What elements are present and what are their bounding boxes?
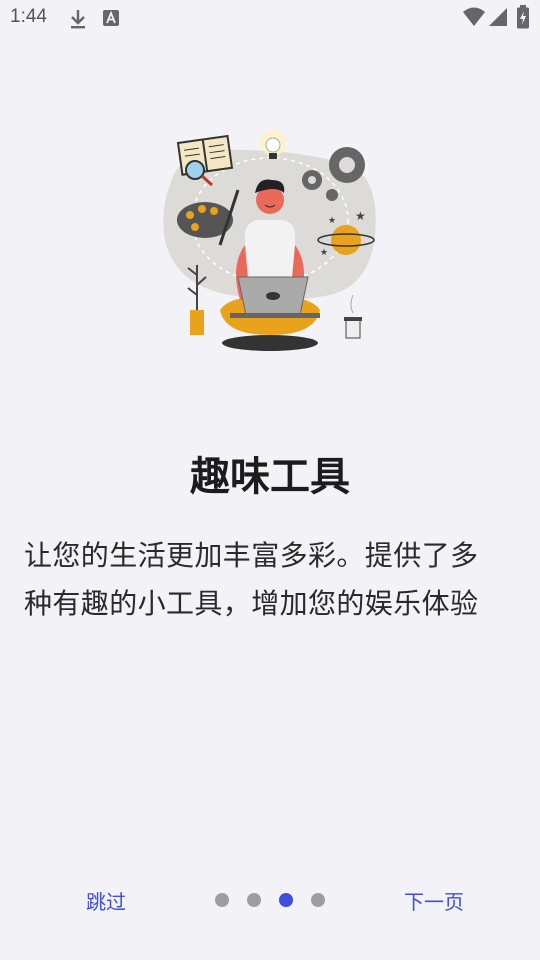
description-line: 让您的生活更加丰富多彩。提供了多 [24,539,479,572]
page-dot[interactable] [215,893,229,907]
battery-charging-icon [516,5,530,33]
page-dot[interactable] [311,893,325,907]
font-a-icon [102,8,120,32]
onboarding-screen: 1:44 ★ ★ ★ 趣味工具 让您的生活更加丰富多彩。提供了多 种有趣的小工具… [0,0,540,960]
svg-text:★: ★ [355,209,366,223]
onboarding-title: 趣味工具 [190,454,350,500]
status-time: 1:44 [10,6,47,27]
description-line: 种有趣的小工具，增加您的娱乐体验 [24,587,479,620]
svg-text:★: ★ [320,248,328,258]
page-dot[interactable] [247,893,261,907]
page-indicator [215,893,327,907]
person-with-laptop-hobbies-illustration: ★ ★ ★ [150,125,390,355]
svg-text:★: ★ [328,216,336,226]
status-bar: 1:44 [0,0,540,38]
next-page-button[interactable]: 下一页 [390,884,478,920]
skip-button[interactable]: 跳过 [70,884,142,920]
download-icon [68,8,88,34]
onboarding-description: 让您的生活更加丰富多彩。提供了多 种有趣的小工具，增加您的娱乐体验 [24,532,516,628]
page-dot-active[interactable] [279,893,293,907]
wifi-icon [462,6,486,32]
cell-signal-icon [488,7,508,31]
